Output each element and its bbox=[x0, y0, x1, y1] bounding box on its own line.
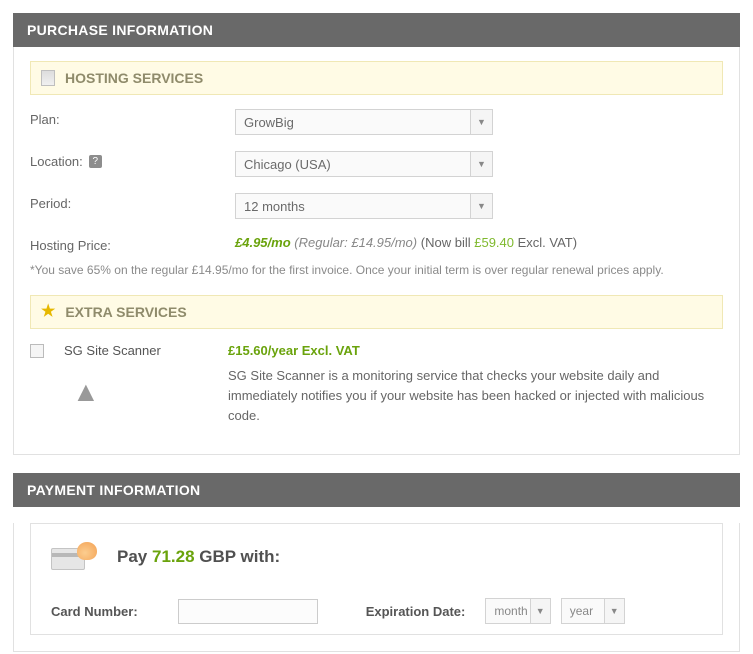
pay-prefix: Pay bbox=[117, 547, 152, 566]
location-label: Location: bbox=[30, 154, 83, 169]
payment-panel: Pay 71.28 GBP with: Card Number: Expirat… bbox=[13, 523, 740, 652]
exp-year-value: year bbox=[570, 604, 593, 618]
hosting-price-regular-suffix: ) bbox=[413, 235, 417, 250]
document-icon bbox=[41, 70, 55, 86]
extra-item-name: SG Site Scanner bbox=[64, 343, 161, 358]
hosting-price-label: Hosting Price: bbox=[30, 238, 111, 253]
hosting-price-promo: £4.95/mo bbox=[235, 235, 291, 250]
period-select[interactable]: 12 months ▼ bbox=[235, 193, 493, 219]
expiration-date-label: Expiration Date: bbox=[366, 604, 466, 619]
chevron-down-icon: ▼ bbox=[470, 152, 492, 176]
exp-year-select[interactable]: year ▼ bbox=[561, 598, 625, 624]
pay-suffix: GBP with: bbox=[195, 547, 281, 566]
period-select-value: 12 months bbox=[244, 199, 305, 214]
chevron-down-icon: ▼ bbox=[470, 194, 492, 218]
now-bill-suffix: Excl. VAT) bbox=[514, 235, 577, 250]
plan-label: Plan: bbox=[30, 112, 60, 127]
chevron-down-icon: ▼ bbox=[604, 599, 624, 623]
pay-amount: 71.28 bbox=[152, 547, 195, 566]
chevron-down-icon: ▼ bbox=[530, 599, 550, 623]
location-select[interactable]: Chicago (USA) ▼ bbox=[235, 151, 493, 177]
extra-item-price: £15.60/year Excl. VAT bbox=[228, 343, 723, 358]
hosting-subheader: HOSTING SERVICES bbox=[30, 61, 723, 95]
hosting-subheader-label: HOSTING SERVICES bbox=[65, 70, 203, 86]
hosting-price-regular-prefix: (Regular: bbox=[294, 235, 351, 250]
hosting-price-regular: £14.95/mo bbox=[351, 235, 412, 250]
card-number-label: Card Number: bbox=[51, 604, 138, 619]
savings-note: *You save 65% on the regular £14.95/mo f… bbox=[30, 259, 723, 295]
pay-with-text: Pay 71.28 GBP with: bbox=[117, 547, 280, 567]
location-select-value: Chicago (USA) bbox=[244, 157, 331, 172]
star-icon: ★ bbox=[41, 304, 55, 320]
payment-section-header: PAYMENT INFORMATION bbox=[13, 473, 740, 507]
plan-select[interactable]: GrowBig ▼ bbox=[235, 109, 493, 135]
now-bill-amount: £59.40 bbox=[474, 235, 514, 250]
sg-scanner-checkbox[interactable] bbox=[30, 344, 44, 358]
plan-select-value: GrowBig bbox=[244, 115, 294, 130]
credit-card-icon bbox=[51, 542, 97, 572]
exp-month-select[interactable]: month ▼ bbox=[485, 598, 550, 624]
extras-subheader: ★ EXTRA SERVICES bbox=[30, 295, 723, 329]
now-bill-prefix: (Now bill bbox=[421, 235, 474, 250]
extra-item-desc: SG Site Scanner is a monitoring service … bbox=[228, 366, 723, 426]
help-icon[interactable]: ? bbox=[89, 155, 102, 168]
period-label: Period: bbox=[30, 196, 71, 211]
exp-month-value: month bbox=[494, 604, 527, 618]
extras-subheader-label: EXTRA SERVICES bbox=[65, 304, 186, 320]
purchase-panel: HOSTING SERVICES Plan: GrowBig ▼ bbox=[13, 47, 740, 455]
warning-icon: ▲ bbox=[72, 378, 100, 406]
purchase-section-header: PURCHASE INFORMATION bbox=[13, 13, 740, 47]
card-number-input[interactable] bbox=[178, 599, 318, 624]
chevron-down-icon: ▼ bbox=[470, 110, 492, 134]
